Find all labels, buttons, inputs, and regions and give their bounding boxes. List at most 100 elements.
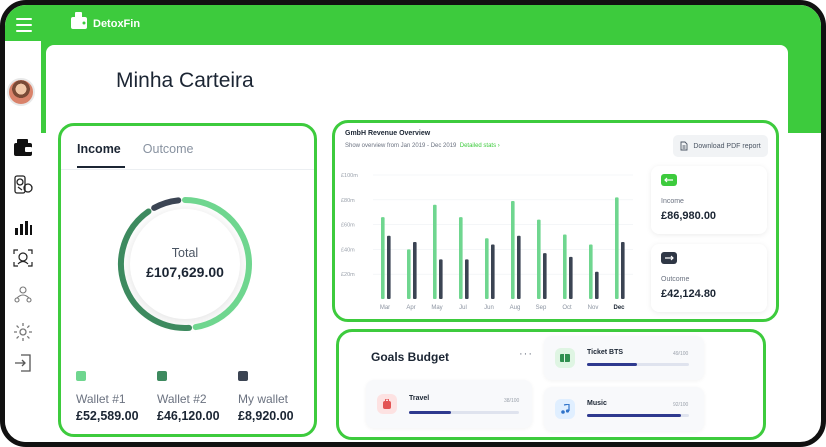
income-value: £86,980.00 [661,210,717,222]
detailed-stats-link[interactable]: Detailed stats › [460,143,500,149]
bar-apr-s1 [407,249,411,299]
bar-may-s2 [439,259,443,299]
travel-bag-icon [377,394,397,414]
revenue-subtitle: Show overview from Jan 2019 - Dec 2019 D… [345,143,500,149]
wallet-card: Income Outcome Total £107,629.00 Wallet … [58,123,317,437]
x-tick-label: Aug [510,305,521,311]
wallet-3-value: £8,920.00 [238,409,294,423]
outcome-stat-card[interactable]: Outcome £42,124.80 [651,244,767,312]
x-tick-label: May [431,305,442,311]
bar-jun-s1 [485,238,489,299]
income-label: Income [661,198,684,205]
bar-mar-s2 [387,235,391,299]
wallet-icon[interactable] [9,134,37,162]
revenue-title: GmbH Revenue Overview [345,130,431,137]
bar-nov-s2 [595,271,599,299]
logout-icon[interactable] [9,349,37,377]
download-pdf-label: Download PDF report [693,142,761,150]
wallet-2-value: £46,120.00 [157,409,220,423]
people-icon[interactable] [9,281,37,309]
x-tick-label: Nov [588,305,599,311]
bar-jun-s2 [491,244,495,299]
tabs: Income Outcome [77,142,194,168]
goals-card: Goals Budget ··· Ticket BTS 49/100 Trave… [336,329,766,440]
tab-income[interactable]: Income [77,142,125,168]
wallet-1-value: £52,589.00 [76,409,139,423]
wallet-item[interactable]: Wallet #2 £46,120.00 [157,371,220,423]
goal-count: 92/100 [673,402,689,408]
page-title: Minha Carteira [116,69,254,92]
x-tick-label: Mar [380,305,390,311]
face-scan-icon[interactable] [9,244,37,272]
bar-dec-s1 [615,197,619,299]
gear-icon[interactable] [9,318,37,346]
outcome-value: £42,124.80 [661,288,717,300]
sidebar [5,41,41,442]
bar-jul-s2 [465,259,469,299]
goal-name: Ticket BTS [587,349,624,356]
brand[interactable]: DetoxFin [69,11,140,31]
goal-progress-track [587,363,689,366]
y-tick-label: £20m [341,272,355,278]
wallet-item[interactable]: Wallet #1 £52,589.00 [76,371,139,423]
goal-travel[interactable]: Travel 38/100 [366,380,532,428]
coin-exchange-icon[interactable] [9,171,37,199]
music-note-icon [555,399,575,419]
x-tick-label: Apr [406,305,415,311]
y-tick-label: £100m [341,173,358,179]
more-options-icon[interactable]: ··· [519,348,533,360]
goal-progress-fill [587,363,637,366]
goal-ticket-bts[interactable]: Ticket BTS 49/100 [544,336,704,380]
wallet-item[interactable]: My wallet £8,920.00 [238,371,294,423]
goal-name: Travel [409,395,430,402]
total-label: Total [171,246,199,260]
download-pdf-button[interactable]: Download PDF report [673,135,768,157]
tab-outcome[interactable]: Outcome [143,142,194,156]
main-content: Minha Carteira Income Outcome Total £107… [46,45,788,442]
bar-dec-s2 [621,241,625,299]
goal-progress-track [409,411,519,414]
bar-may-s1 [433,204,437,299]
wallet-logo-icon [71,12,87,29]
x-tick-label: Sep [536,305,547,311]
tabs-divider [61,169,314,170]
outcome-label: Outcome [661,276,690,283]
revenue-period: Show overview from Jan 2019 - Dec 2019 [345,143,457,149]
x-tick-label: Jun [484,305,494,311]
goal-progress-fill [587,414,681,417]
brand-name: DetoxFin [93,18,141,30]
y-tick-label: £60m [341,223,355,229]
wallet-1-name: Wallet #1 [76,392,126,406]
wallet-2-name: Wallet #2 [157,392,207,406]
goal-count: 38/100 [504,398,520,404]
menu-icon[interactable] [16,18,32,32]
wallet-1-swatch [76,371,86,381]
x-tick-label: Oct [562,305,572,311]
goal-progress-track [587,414,689,417]
goal-name: Music [587,400,607,407]
goal-count: 49/100 [673,351,689,357]
donut-segment-3 [151,197,182,211]
goal-music[interactable]: Music 92/100 [544,387,704,431]
bar-sep-s1 [537,219,541,299]
arrow-right-icon [661,252,677,264]
bar-sep-s2 [543,253,547,299]
wallet-2-swatch [157,371,167,381]
income-stat-card[interactable]: Income £86,980.00 [651,166,767,234]
bar-apr-s2 [413,241,417,299]
app-window: DetoxFin Minha Carteira Income Outcome T… [0,0,826,447]
x-tick-label: Dec [613,305,625,311]
bar-oct-s1 [563,234,567,299]
goals-title: Goals Budget [371,350,450,364]
arrow-left-icon [661,174,677,186]
wallet-3-name: My wallet [238,392,289,406]
total-value: £107,629.00 [146,264,224,280]
bar-jul-s1 [459,217,463,299]
y-tick-label: £80m [341,198,355,204]
wallet-3-swatch [238,371,248,381]
avatar[interactable] [7,78,35,106]
revenue-card: GmbH Revenue Overview Show overview from… [332,120,779,322]
bar-aug-s1 [511,201,515,299]
bar-mar-s1 [381,217,385,299]
bar-chart-icon[interactable] [9,213,37,241]
